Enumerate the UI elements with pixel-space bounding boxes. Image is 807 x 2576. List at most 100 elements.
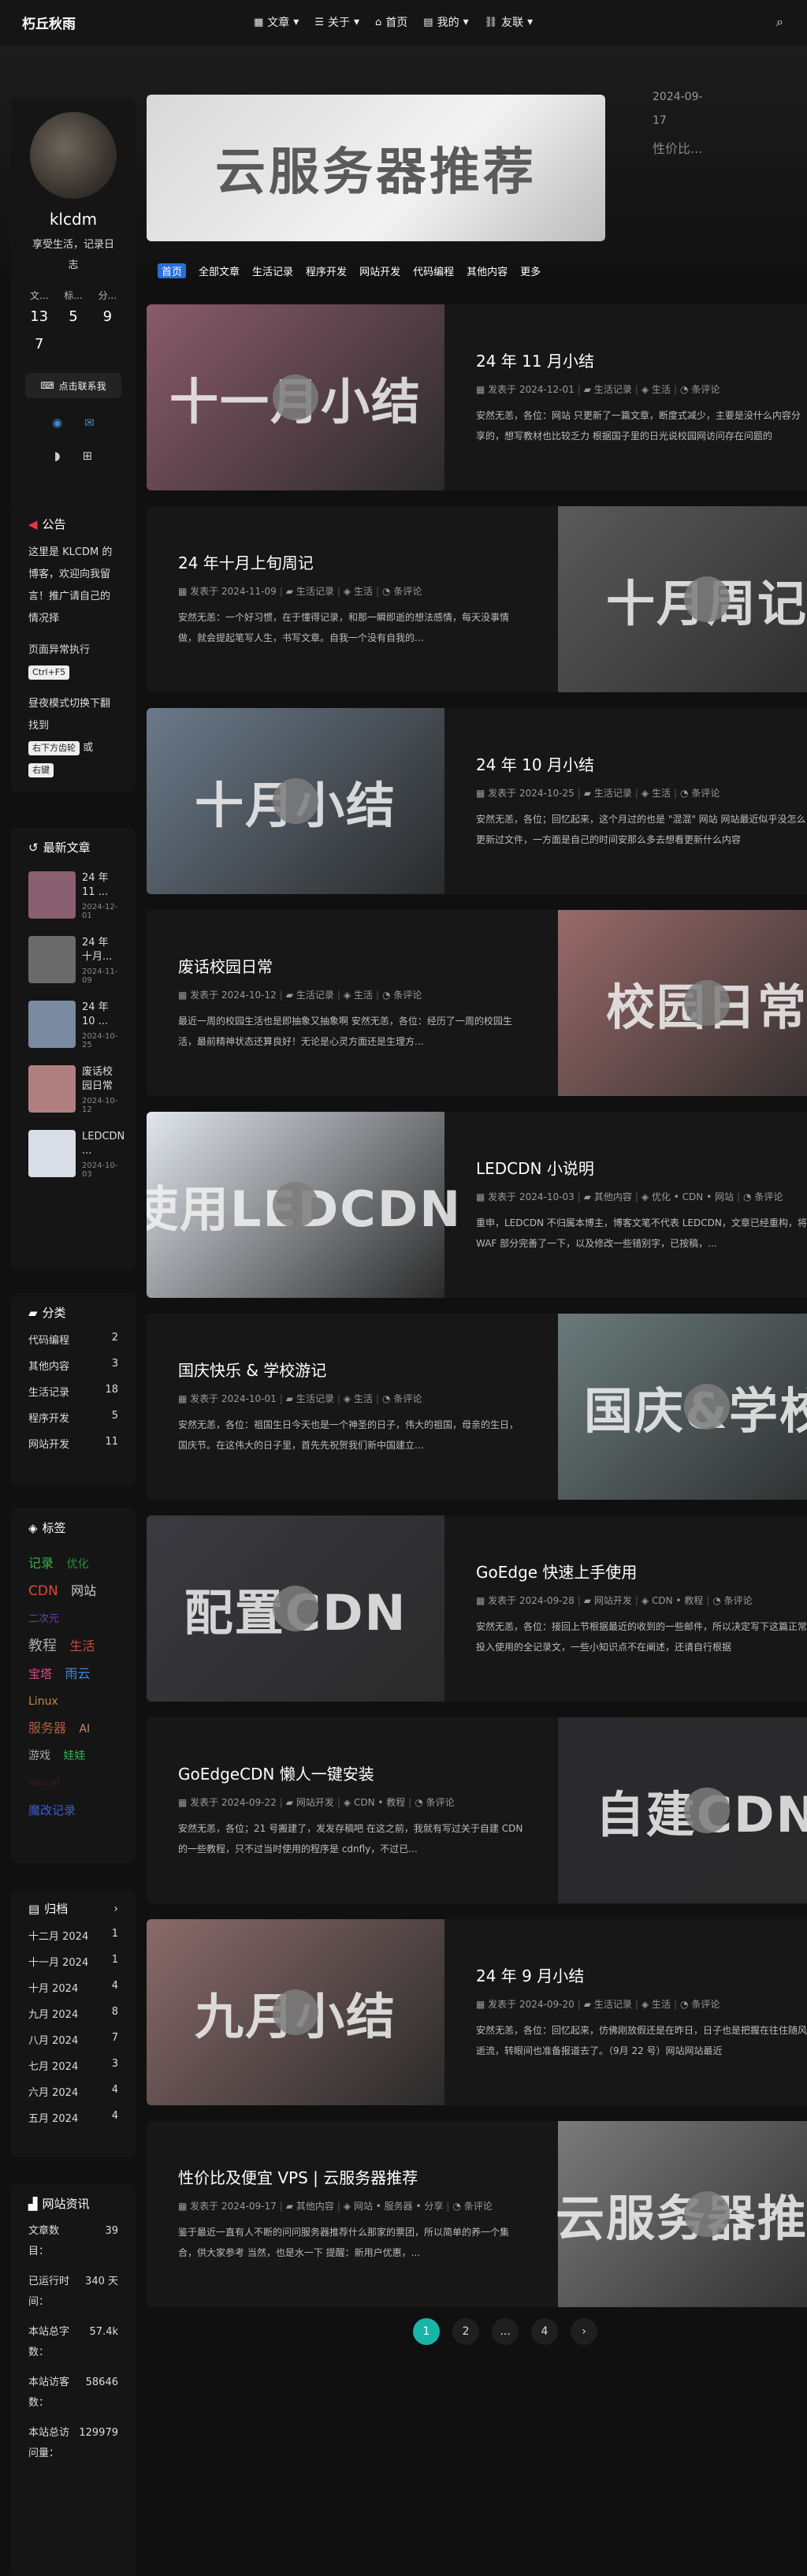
recent-item[interactable]: LEDCDN ... 2024-10-03: [28, 1130, 125, 1179]
featured-post-excerpt[interactable]: 性价比...: [653, 138, 702, 157]
post-tags[interactable]: CDN • 教程: [354, 1797, 405, 1808]
post-category[interactable]: 生活记录: [296, 990, 334, 1001]
post-title[interactable]: 24 年 9 月小结: [476, 1963, 807, 1986]
post-cover[interactable]: 十月小结: [147, 708, 444, 894]
category-item[interactable]: 代码编程 2: [28, 1332, 118, 1347]
tab-all-articles[interactable]: 全部文章: [199, 263, 240, 278]
tag-item[interactable]: 记录: [28, 1556, 54, 1571]
post-cover[interactable]: 配置CDN: [147, 1515, 444, 1702]
post-card[interactable]: 配置CDN GoEdge 快速上手使用 ▦ 发表于 2024-09-28|▰ 网站开…: [147, 1515, 807, 1702]
archive-item[interactable]: 七月 2024 3: [28, 2058, 118, 2073]
stat-value-categories[interactable]: 9: [91, 308, 125, 325]
post-comments[interactable]: 条评论: [393, 586, 422, 597]
post-card[interactable]: 云服务器推荐 性价比及便宜 VPS | 云服务器推荐 ▦ 发表于 2024-09-1…: [147, 2121, 807, 2307]
post-card[interactable]: 自建CDN GoEdgeCDN 懒人一键安装 ▦ 发表于 2024-09-22|▰ …: [147, 1717, 807, 1903]
post-tags[interactable]: 网站 • 服务器 • 分享: [354, 2201, 443, 2212]
tag-item[interactable]: AI: [79, 1723, 90, 1735]
archive-item[interactable]: 十二月 2024 1: [28, 1928, 118, 1943]
recent-item[interactable]: 24 年 10 ... 2024-10-25: [28, 1001, 118, 1049]
category-item[interactable]: 程序开发 5: [28, 1410, 118, 1425]
nav-item-home[interactable]: ⌂ 首页: [375, 14, 407, 30]
tag-item[interactable]: 宝塔: [28, 1667, 52, 1681]
post-card[interactable]: 国庆&学校 国庆快乐 & 学校游记 ▦ 发表于 2024-10-01|▰ 生活记录|…: [147, 1314, 807, 1500]
post-title[interactable]: 24 年 10 月小结: [476, 752, 807, 775]
post-cover[interactable]: 校园日常: [558, 910, 807, 1096]
tag-item[interactable]: 网站: [71, 1583, 96, 1598]
post-cover[interactable]: 国庆&学校: [558, 1314, 807, 1500]
tag-item[interactable]: 生活: [69, 1638, 95, 1653]
recent-item[interactable]: 24 年十月... 2024-11-09: [28, 936, 118, 985]
recent-thumb[interactable]: [28, 1130, 76, 1177]
post-card[interactable]: 使用LEDCDN LEDCDN 小说明 ▦ 发表于 2024-10-03|▰ 其他内…: [147, 1112, 807, 1298]
post-card[interactable]: 九月小结 24 年 9 月小结 ▦ 发表于 2024-09-20|▰ 生活记录|◈ …: [147, 1919, 807, 2105]
post-comments[interactable]: 条评论: [393, 990, 422, 1001]
post-comments[interactable]: 条评论: [691, 788, 720, 799]
post-card[interactable]: 十月小结 24 年 10 月小结 ▦ 发表于 2024-10-25|▰ 生活记录|◈…: [147, 708, 807, 894]
post-comments[interactable]: 条评论: [426, 1797, 455, 1808]
post-card[interactable]: 十月周记 24 年十月上旬周记 ▦ 发表于 2024-11-09|▰ 生活记录|◈ …: [147, 506, 807, 692]
post-category[interactable]: 其他内容: [594, 1191, 632, 1202]
site-brand[interactable]: 朽丘秋雨: [22, 13, 76, 32]
tag-item[interactable]: 娃娃: [63, 1750, 85, 1762]
post-comments[interactable]: 条评论: [754, 1191, 783, 1202]
post-card[interactable]: 校园日常 废话校园日常 ▦ 发表于 2024-10-12|▰ 生活记录|◈ 生活|◔…: [147, 910, 807, 1096]
recent-item-title[interactable]: 24 年 11 ...: [82, 871, 118, 900]
post-tags[interactable]: 生活: [652, 788, 671, 799]
post-title[interactable]: GoEdgeCDN 懒人一键安装: [178, 1761, 525, 1784]
post-title[interactable]: 性价比及便宜 VPS | 云服务器推荐: [178, 2165, 525, 2188]
post-category[interactable]: 生活记录: [296, 586, 334, 597]
archive-item[interactable]: 十月 2024 4: [28, 1980, 118, 1995]
category-item[interactable]: 生活记录 18: [28, 1384, 118, 1399]
post-tags[interactable]: 生活: [354, 990, 373, 1001]
archive-item[interactable]: 八月 2024 7: [28, 2032, 118, 2047]
post-title[interactable]: 24 年十月上旬周记: [178, 550, 525, 573]
post-cover[interactable]: 十月周记: [558, 506, 807, 692]
post-cover[interactable]: 自建CDN: [558, 1717, 807, 1903]
tab-life[interactable]: 生活记录: [252, 263, 293, 278]
tag-item[interactable]: 二次元: [28, 1613, 59, 1625]
tag-item[interactable]: 魔改记录: [28, 1803, 76, 1817]
post-tags[interactable]: 生活: [354, 1393, 373, 1404]
recent-item-title[interactable]: 24 年 10 ...: [82, 1001, 118, 1029]
post-title[interactable]: LEDCDN 小说明: [476, 1156, 807, 1179]
avatar[interactable]: [30, 112, 117, 199]
rss-icon[interactable]: ◗: [54, 449, 61, 463]
post-category[interactable]: 其他内容: [296, 2201, 334, 2212]
post-cover[interactable]: 使用LEDCDN: [147, 1112, 460, 1298]
stat-value-tags[interactable]: 5: [56, 308, 90, 325]
post-title[interactable]: GoEdge 快速上手使用: [476, 1560, 807, 1583]
tab-coding[interactable]: 代码编程: [413, 263, 454, 278]
tag-item[interactable]: Vercel: [28, 1777, 60, 1789]
tag-item[interactable]: 优化: [66, 1558, 88, 1571]
recent-thumb[interactable]: [28, 871, 76, 919]
page-2-button[interactable]: 2: [452, 2318, 479, 2345]
featured-post-cover[interactable]: 云服务器推荐: [147, 95, 605, 241]
post-comments[interactable]: 条评论: [464, 2201, 493, 2212]
nav-item-about[interactable]: ☰ 关于 ▾: [314, 14, 359, 30]
tag-item[interactable]: 雨云: [65, 1666, 90, 1681]
post-tags[interactable]: 生活: [354, 586, 373, 597]
archive-item[interactable]: 六月 2024 4: [28, 2084, 118, 2099]
tab-more[interactable]: 更多: [520, 263, 541, 278]
github-icon[interactable]: ◉: [52, 416, 62, 430]
post-comments[interactable]: 条评论: [724, 1595, 753, 1606]
post-comments[interactable]: 条评论: [691, 1999, 720, 2010]
post-title[interactable]: 24 年 11 月小结: [476, 349, 807, 371]
category-item[interactable]: 网站开发 11: [28, 1436, 118, 1451]
recent-thumb[interactable]: [28, 936, 76, 983]
post-category[interactable]: 生活记录: [594, 788, 632, 799]
post-card[interactable]: 十一月小结 24 年 11 月小结 ▦ 发表于 2024-12-01|▰ 生活记录|…: [147, 304, 807, 490]
tab-home[interactable]: 首页: [158, 263, 187, 278]
recent-item-title[interactable]: 废话校园日常: [82, 1065, 118, 1094]
post-comments[interactable]: 条评论: [393, 1393, 422, 1404]
nav-item-articles[interactable]: ▦ 文章 ▾: [254, 14, 299, 30]
tab-other[interactable]: 其他内容: [467, 263, 508, 278]
page-1-button[interactable]: 1: [413, 2318, 440, 2345]
archive-item[interactable]: 九月 2024 8: [28, 2006, 118, 2021]
post-tags[interactable]: CDN • 教程: [652, 1595, 703, 1606]
post-category[interactable]: 生活记录: [594, 384, 632, 395]
post-category[interactable]: 网站开发: [296, 1797, 334, 1808]
post-tags[interactable]: 生活: [652, 1999, 671, 2010]
contact-button[interactable]: ⌨ 点击联系我: [25, 373, 121, 398]
tag-item[interactable]: 游戏: [28, 1750, 50, 1762]
